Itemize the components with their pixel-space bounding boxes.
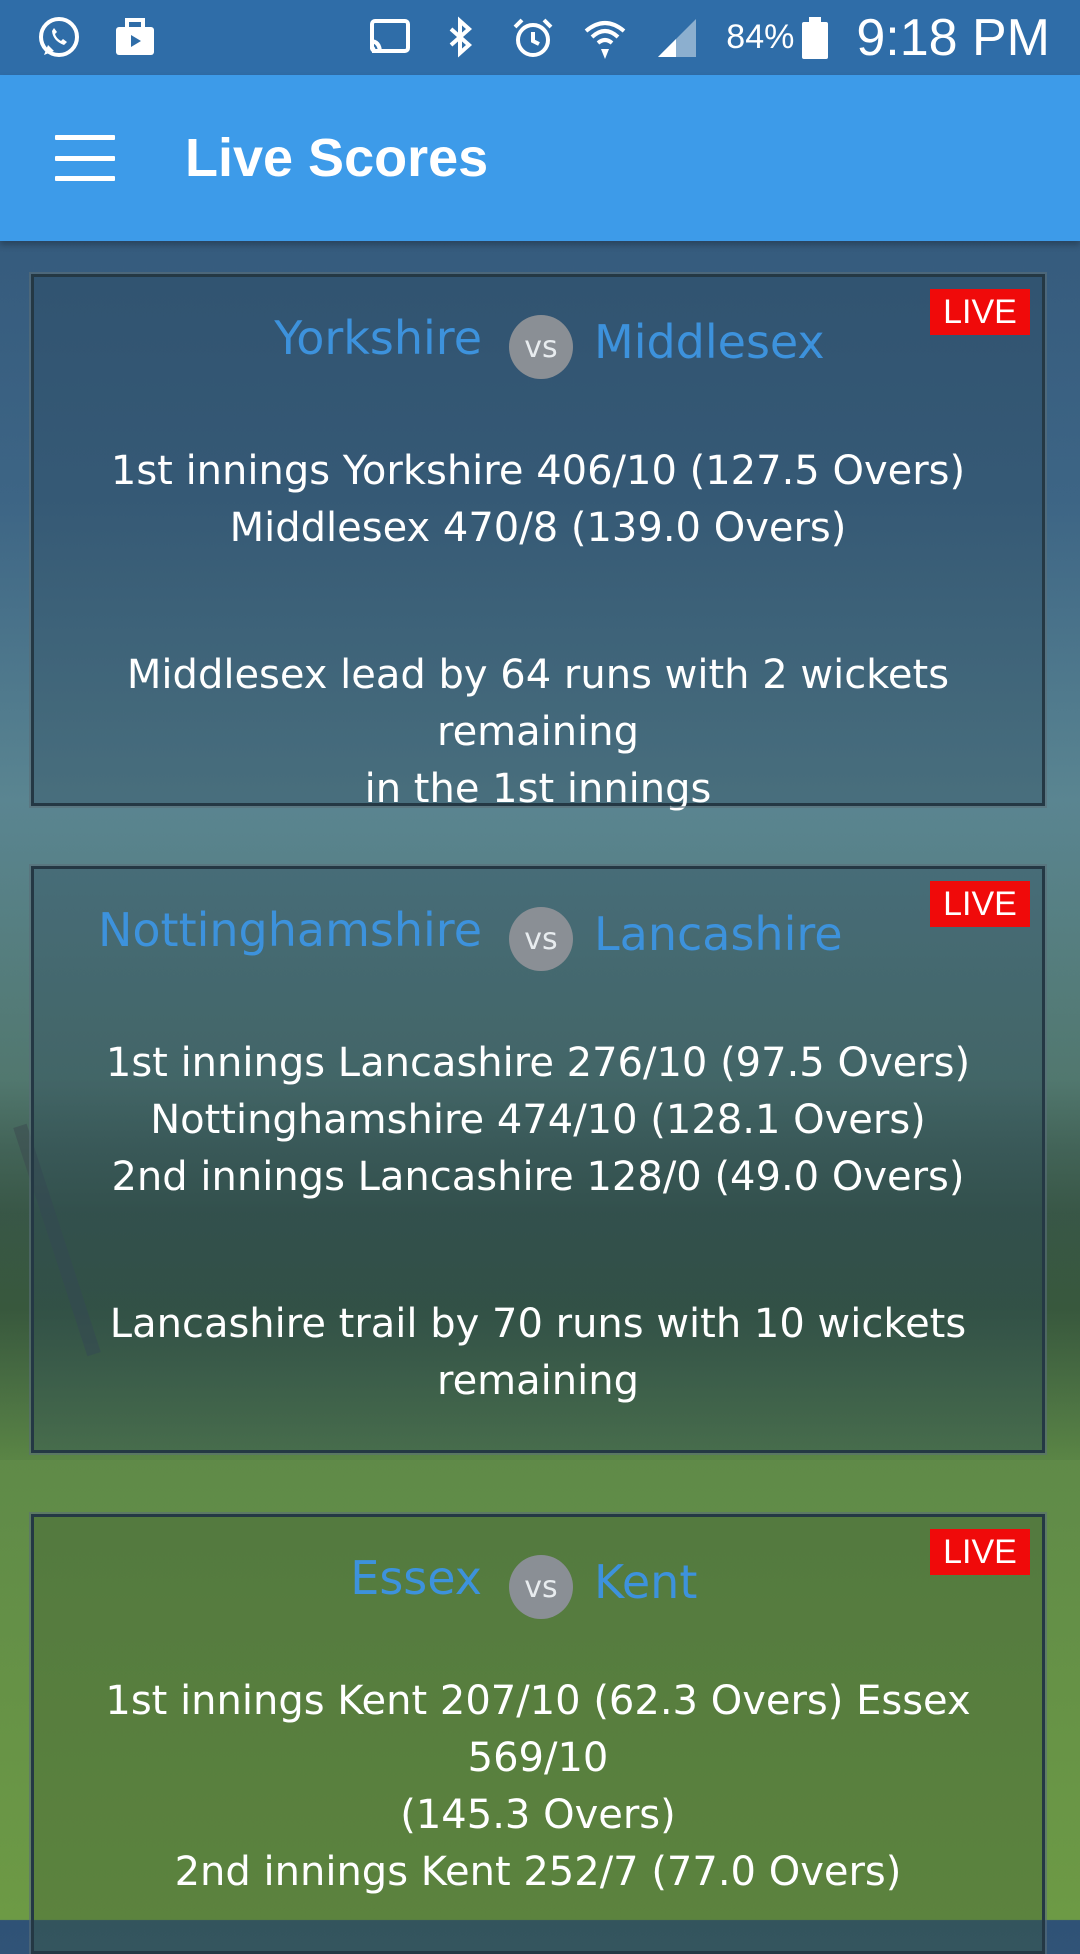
wifi-icon <box>582 15 628 61</box>
bluetooth-icon <box>438 15 484 61</box>
score-lines: 1st innings Yorkshire 406/10 (127.5 Over… <box>34 443 1042 557</box>
score-lines: 1st innings Lancashire 276/10 (97.5 Over… <box>34 1035 1042 1206</box>
summary-line: Middlesex lead by 64 runs with 2 wickets… <box>126 652 950 755</box>
page-title: Live Scores <box>185 128 489 188</box>
app-bar: Live Scores <box>0 75 1080 241</box>
match-card[interactable]: LIVE Essex vs Kent 1st innings Kent 207/… <box>29 1512 1047 1954</box>
score-lines: 1st innings Kent 207/10 (62.3 Overs) Ess… <box>34 1673 1042 1901</box>
score-line: 2nd innings Lancashire 128/0 (49.0 Overs… <box>111 1154 965 1200</box>
vs-badge: vs <box>509 1555 573 1619</box>
vs-badge: vs <box>509 907 573 971</box>
score-line: 1st innings Yorkshire 406/10 (127.5 Over… <box>110 448 966 494</box>
team-home: Yorkshire <box>274 311 482 365</box>
hamburger-menu-icon[interactable] <box>55 135 115 181</box>
status-bar: 84% 9:18 PM <box>0 0 1080 75</box>
match-summary: Lancashire trail by 70 runs with 10 wick… <box>34 1296 1042 1410</box>
alarm-icon <box>510 15 556 61</box>
team-home: Nottinghamshire <box>97 903 482 957</box>
match-teams: Yorkshire vs Middlesex <box>34 311 1042 391</box>
cast-icon <box>366 15 412 61</box>
team-away: Kent <box>594 1555 698 1609</box>
summary-line: Lancashire trail by 70 runs with 10 wick… <box>109 1301 967 1347</box>
signal-icon <box>654 15 700 61</box>
briefcase-icon <box>112 15 158 61</box>
score-line: (145.3 Overs) <box>400 1792 676 1838</box>
summary-line: in the 1st innings <box>364 766 712 812</box>
match-summary: Middlesex lead by 64 runs with 2 wickets… <box>34 647 1042 818</box>
score-line: Nottinghamshire 474/10 (128.1 Overs) <box>150 1097 926 1143</box>
score-line: 1st innings Lancashire 276/10 (97.5 Over… <box>105 1040 971 1086</box>
team-home: Essex <box>350 1551 482 1605</box>
match-card[interactable]: LIVE Yorkshire vs Middlesex 1st innings … <box>29 272 1047 812</box>
team-away: Lancashire <box>594 907 843 961</box>
score-line: 1st innings Kent 207/10 (62.3 Overs) Ess… <box>105 1678 971 1781</box>
score-line: Middlesex 470/8 (139.0 Overs) <box>229 505 847 551</box>
score-line: 2nd innings Kent 252/7 (77.0 Overs) <box>174 1849 902 1895</box>
whatsapp-icon <box>36 15 82 61</box>
match-card[interactable]: LIVE Nottinghamshire vs Lancashire 1st i… <box>29 864 1047 1455</box>
summary-line: remaining <box>437 1358 639 1404</box>
battery-percent: 84% <box>726 18 795 56</box>
match-teams: Nottinghamshire vs Lancashire <box>34 903 1042 983</box>
match-teams: Essex vs Kent <box>34 1551 1042 1631</box>
battery-icon <box>800 15 830 61</box>
team-away: Middlesex <box>594 315 825 369</box>
vs-badge: vs <box>509 315 573 379</box>
clock: 9:18 PM <box>856 8 1050 67</box>
